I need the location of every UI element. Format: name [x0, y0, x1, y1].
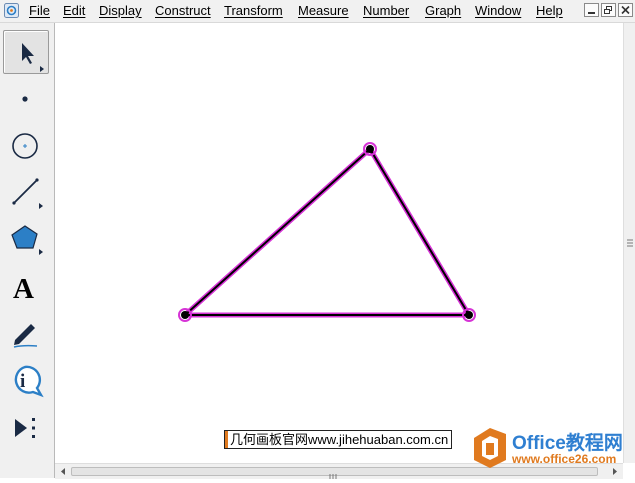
triangle-sides	[184, 148, 470, 316]
close-button[interactable]	[618, 3, 633, 17]
menu-window[interactable]: Window	[475, 3, 521, 19]
menu-number[interactable]: Number	[363, 3, 409, 19]
menu-display[interactable]: Display	[99, 3, 142, 19]
close-icon	[621, 5, 630, 15]
office-watermark: Office教程网 www.office26.com	[470, 424, 635, 472]
compass-tool[interactable]	[3, 124, 49, 168]
thumb-grip-icon	[329, 474, 337, 479]
minimize-icon	[588, 12, 595, 14]
text-tool-glyph: A	[13, 273, 34, 305]
restore-button[interactable]	[601, 3, 616, 17]
scroll-left-icon[interactable]	[57, 464, 69, 479]
triangle-selection-highlight	[182, 146, 472, 318]
menu-construct[interactable]: Construct	[155, 3, 211, 19]
office-watermark-title: Office教程网	[512, 433, 623, 454]
sketch-drawing	[178, 142, 476, 322]
minimize-button[interactable]	[584, 3, 599, 17]
marker-tool[interactable]	[3, 312, 49, 356]
menu-bar: File Edit Display Construct Transform Me…	[0, 0, 635, 23]
office-logo-icon	[474, 428, 506, 468]
restore-icon	[604, 6, 612, 14]
line-segment-icon	[12, 178, 43, 209]
sketch-canvas[interactable]	[55, 23, 623, 463]
info-icon: i	[14, 365, 44, 398]
play-dots-icon	[15, 418, 35, 438]
office-watermark-url: www.office26.com	[512, 452, 617, 466]
toolbox: A i	[0, 23, 55, 478]
circle-icon	[12, 133, 38, 159]
polygon-tool[interactable]	[3, 218, 49, 262]
site-watermark: 几何画板官网www.jihehuaban.com.cn	[224, 430, 453, 449]
pentagon-icon	[11, 225, 43, 255]
scrollbar-grip-icon	[627, 239, 633, 247]
triangle[interactable]	[182, 146, 472, 318]
menu-help[interactable]: Help	[536, 3, 563, 19]
menu-edit[interactable]: Edit	[63, 3, 85, 19]
arrow-cursor-icon	[22, 43, 44, 72]
arrow-selection-tool[interactable]	[3, 30, 49, 74]
menu-file[interactable]: File	[29, 3, 50, 19]
vertical-scrollbar[interactable]	[623, 23, 635, 463]
text-tool[interactable]: A	[3, 265, 49, 309]
pen-icon	[13, 324, 38, 348]
info-tool-glyph: i	[20, 371, 25, 392]
information-tool[interactable]: i	[3, 359, 49, 403]
letter-a-icon: A	[13, 273, 34, 305]
point-icon	[22, 96, 28, 102]
straightedge-tool[interactable]	[3, 171, 49, 215]
point-tool[interactable]	[3, 77, 49, 121]
sketchpad-app-icon[interactable]	[4, 3, 19, 18]
menu-graph[interactable]: Graph	[425, 3, 461, 19]
custom-tools[interactable]	[3, 406, 49, 450]
menu-transform[interactable]: Transform	[224, 3, 283, 19]
menu-measure[interactable]: Measure	[298, 3, 349, 19]
